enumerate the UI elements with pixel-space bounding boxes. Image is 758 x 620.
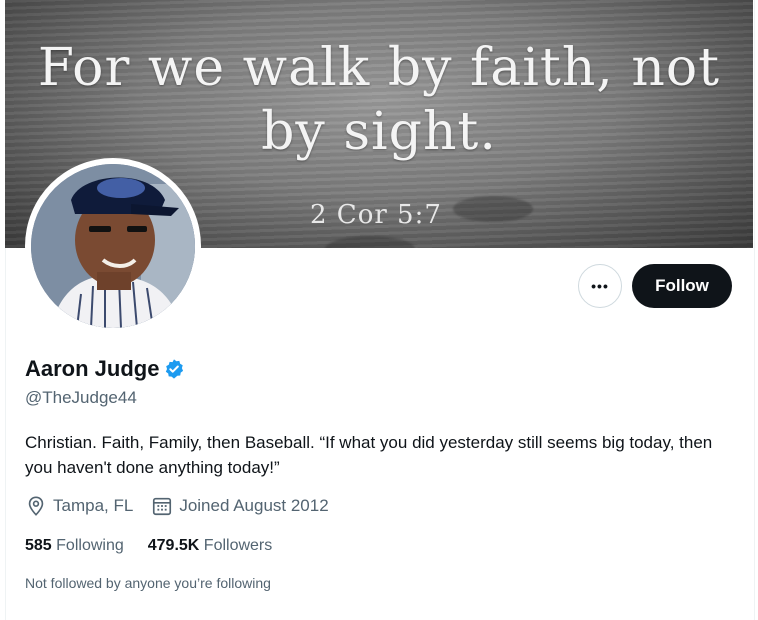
profile-meta: Tampa, FL Joined August 2012 (25, 495, 347, 517)
calendar-icon (153, 497, 172, 516)
profile-name: Aaron Judge (25, 356, 160, 381)
profile-page: For we walk by faith, not by sight. 2 Co… (0, 0, 758, 620)
profile-name-row: Aaron Judge (25, 356, 185, 382)
avatar[interactable] (25, 158, 201, 334)
followed-by-note: Not followed by anyone you’re following (25, 575, 271, 591)
location-text: Tampa, FL (53, 496, 134, 515)
more-options-button[interactable]: ••• (578, 264, 622, 308)
banner-reference: 2 Cor 5:7 (310, 200, 442, 230)
profile-handle: @TheJudge44 (25, 388, 137, 407)
avatar-image (31, 164, 195, 328)
followers-count: 479.5K (147, 537, 200, 554)
followers-label: Followers (203, 537, 273, 554)
banner-quote-line2: by sight. (261, 102, 497, 162)
profile-stats: 585 Following 479.5K Followers (25, 537, 296, 555)
following-count: 585 (25, 537, 52, 554)
banner-quote-line1: For we walk by faith, not (37, 38, 721, 98)
following-label: Following (56, 537, 124, 554)
banner-footprint (453, 196, 533, 222)
verified-badge-icon[interactable] (163, 358, 185, 380)
location-pin-icon (28, 496, 44, 516)
joined-text: Joined August 2012 (179, 496, 329, 515)
profile-joined: Joined August 2012 (151, 495, 329, 517)
following-link[interactable]: 585 Following (25, 537, 124, 555)
follow-button[interactable]: Follow (632, 264, 732, 308)
avatar-photo (31, 164, 195, 328)
more-options-icon: ••• (591, 278, 609, 294)
profile-bio: Christian. Faith, Family, then Baseball.… (25, 433, 713, 477)
banner-quote: For we walk by faith, not by sight. (5, 36, 753, 164)
followers-link[interactable]: 479.5K Followers (148, 537, 273, 555)
profile-location: Tampa, FL (25, 495, 133, 517)
